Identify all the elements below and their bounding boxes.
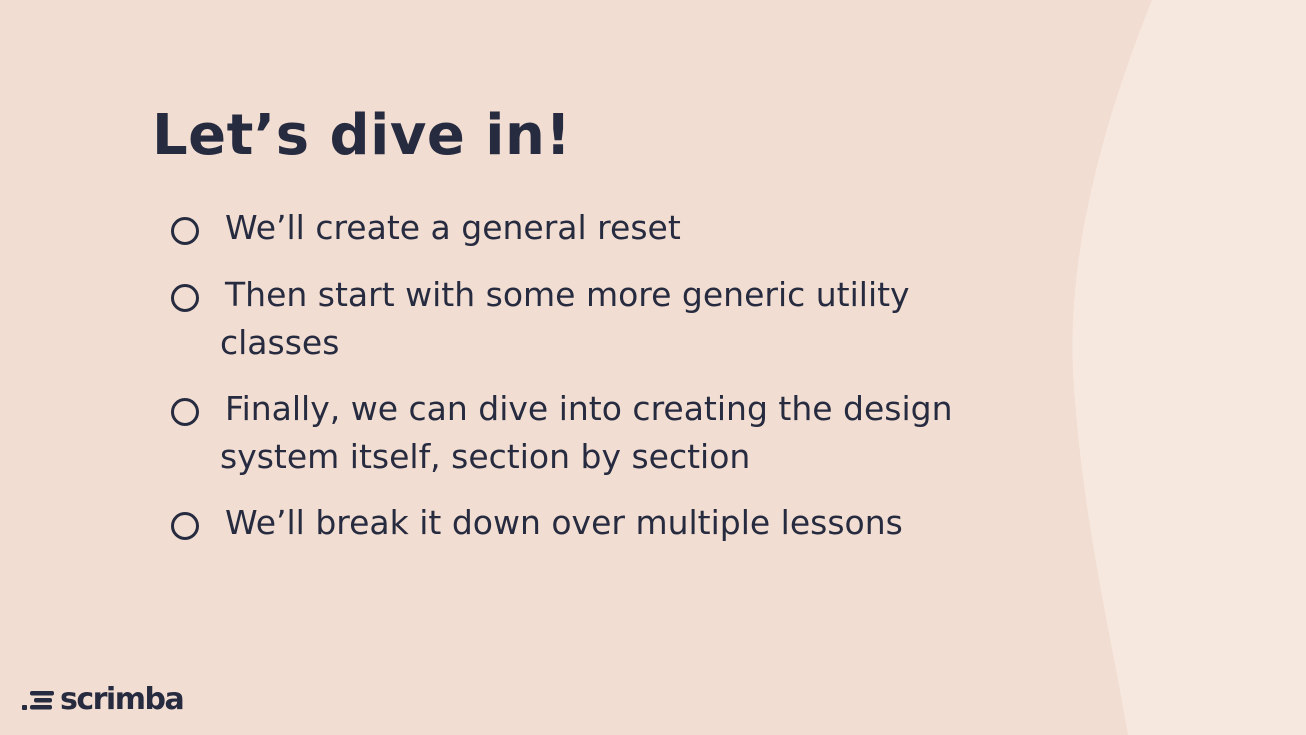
bullet-text: We’ll break it down over multiple lesson… bbox=[225, 503, 903, 542]
bullet-text: Finally, we can dive into creating the d… bbox=[220, 389, 953, 476]
list-item: We’ll create a general reset bbox=[170, 204, 1030, 252]
hollow-circle-icon bbox=[171, 398, 199, 426]
scrimba-logo: scrimba bbox=[22, 682, 185, 718]
bullet-list: We’ll create a general reset Then start … bbox=[170, 0, 1030, 735]
list-item: Then start with some more generic utilit… bbox=[170, 271, 1030, 367]
hollow-circle-icon bbox=[171, 284, 199, 312]
list-item: Finally, we can dive into creating the d… bbox=[170, 385, 1030, 481]
hollow-circle-icon bbox=[171, 512, 199, 540]
list-item: We’ll break it down over multiple lesson… bbox=[170, 499, 1030, 547]
slide: Let’s dive in! We’ll create a general re… bbox=[0, 0, 1306, 735]
bullet-text: We’ll create a general reset bbox=[225, 208, 681, 247]
hollow-circle-icon bbox=[171, 217, 199, 245]
bullet-text: Then start with some more generic utilit… bbox=[220, 275, 910, 362]
scrimba-logo-icon bbox=[22, 691, 54, 710]
logo-wordmark: scrimba bbox=[60, 682, 185, 717]
